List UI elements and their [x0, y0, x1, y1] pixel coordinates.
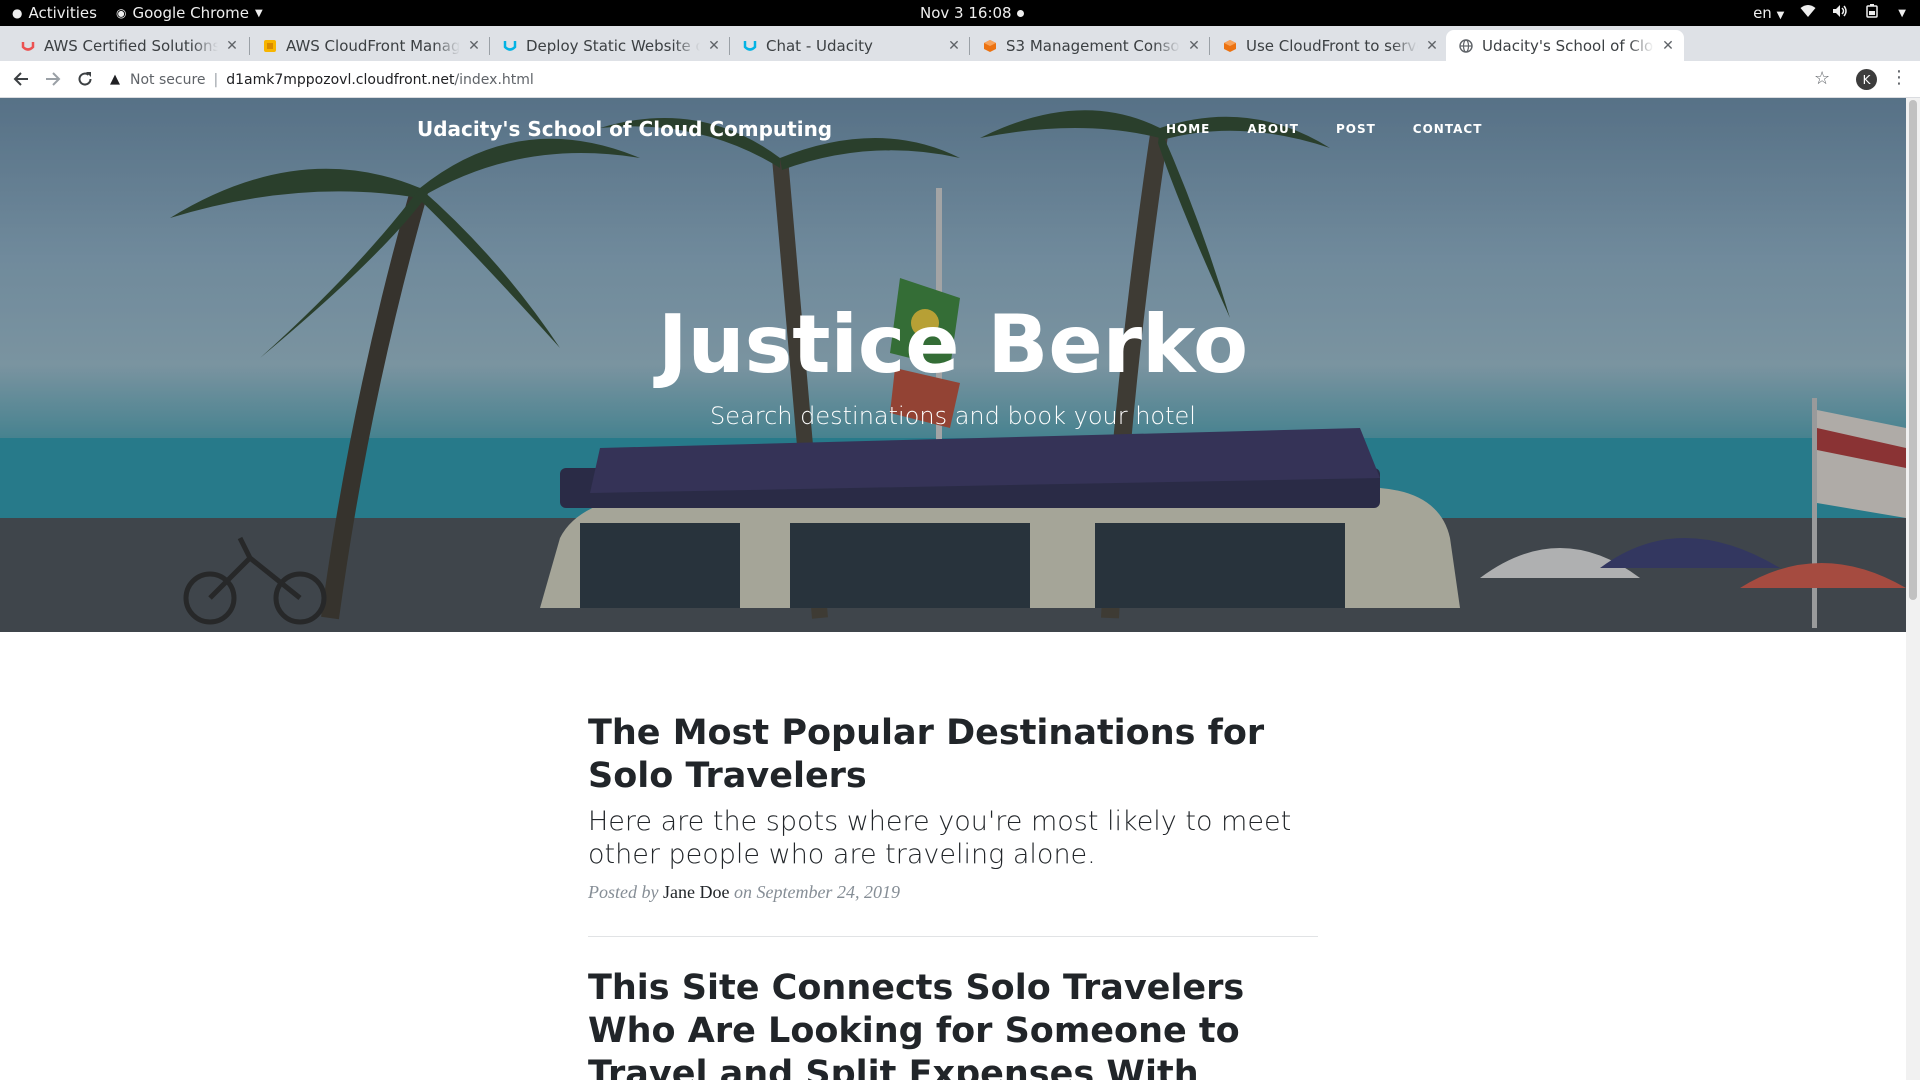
nav-home-link[interactable]: HOME: [1166, 122, 1210, 136]
tab-aws-certified[interactable]: AWS Certified Solutions Ar ✕: [8, 30, 248, 61]
gnome-icon: ●: [12, 6, 23, 20]
system-tray[interactable]: en ▼ ▼: [1753, 4, 1906, 22]
post-preview[interactable]: The Most Popular Destinations for Solo T…: [588, 712, 1318, 903]
close-icon[interactable]: ✕: [946, 38, 962, 54]
chrome-icon: ◉: [116, 6, 127, 20]
nav-post-link[interactable]: POST: [1336, 122, 1376, 136]
page-viewport: Udacity's School of Cloud Computing HOME…: [0, 98, 1906, 1080]
clock[interactable]: Nov 3 16:08: [920, 4, 1024, 22]
date-prefix-label: on: [733, 882, 752, 902]
post-date: September 24, 2019: [756, 882, 900, 902]
tab-strip: AWS Certified Solutions Ar ✕ AWS CloudFr…: [0, 26, 1920, 81]
back-button[interactable]: [9, 67, 33, 91]
udacity-icon: [502, 38, 518, 54]
hero-subtitle: Search destinations and book your hotel: [710, 402, 1196, 430]
arrow-right-icon: [46, 72, 61, 86]
post-title[interactable]: The Most Popular Destinations for Solo T…: [588, 712, 1318, 798]
site-nav: HOME ABOUT POST CONTACT: [1166, 122, 1482, 136]
close-icon[interactable]: ✕: [224, 38, 240, 54]
close-icon[interactable]: ✕: [706, 38, 722, 54]
address-bar[interactable]: ▲ Not secure | d1amk7mppozovl.cloudfront…: [110, 65, 1840, 94]
tab-deploy-static[interactable]: Deploy Static Website on A ✕: [490, 30, 730, 61]
forward-button[interactable]: [41, 67, 65, 91]
aws-box-icon: [262, 38, 278, 54]
url-host: d1amk7mppozovl.cloudfront.net: [226, 71, 455, 88]
post-author-link[interactable]: Jane Doe: [663, 882, 729, 902]
chevron-down-icon: ▼: [1898, 7, 1906, 19]
url-path: /index.html: [454, 71, 534, 88]
close-icon[interactable]: ✕: [1424, 38, 1440, 54]
close-icon[interactable]: ✕: [466, 38, 482, 54]
chevron-down-icon: ▼: [1776, 10, 1785, 21]
chevron-down-icon: ▼: [254, 7, 263, 19]
notification-dot-icon: [1016, 9, 1024, 17]
globe-icon: [1458, 38, 1474, 54]
reload-icon: [78, 72, 92, 86]
tab-cloudfront[interactable]: AWS CloudFront Managem ✕: [250, 30, 490, 61]
activities-label: Activities: [28, 4, 97, 22]
nav-contact-link[interactable]: CONTACT: [1413, 122, 1483, 136]
security-label: Not secure: [130, 71, 206, 88]
activities-button[interactable]: ● Activities: [12, 4, 97, 22]
close-icon[interactable]: ✕: [1660, 38, 1676, 54]
profile-avatar[interactable]: K: [1856, 69, 1877, 90]
volume-icon: [1832, 4, 1848, 22]
tab-udacity-school-active[interactable]: Udacity's School of Cloud C ✕: [1446, 30, 1684, 61]
close-icon[interactable]: ✕: [1186, 38, 1202, 54]
tab-chat-udacity[interactable]: Chat - Udacity ✕: [730, 30, 970, 61]
scrollbar-thumb[interactable]: [1909, 100, 1917, 600]
tab-use-cloudfront[interactable]: Use CloudFront to serve a ✕: [1210, 30, 1448, 61]
bookmark-star-icon[interactable]: ☆: [1814, 68, 1830, 89]
divider: |: [213, 71, 219, 88]
battery-icon: [1864, 4, 1882, 22]
language-indicator[interactable]: en ▼: [1753, 4, 1784, 22]
site-brand-link[interactable]: Udacity's School of Cloud Computing: [417, 117, 832, 141]
udacity-icon: [742, 38, 758, 54]
reload-button[interactable]: [73, 67, 97, 91]
page-scrollbar[interactable]: [1906, 98, 1920, 1080]
hero-header: Udacity's School of Cloud Computing HOME…: [0, 98, 1906, 632]
post-list: The Most Popular Destinations for Solo T…: [588, 712, 1318, 1080]
post-subtitle[interactable]: Here are the spots where you're most lik…: [588, 805, 1318, 871]
post-divider: [588, 936, 1318, 937]
post-preview[interactable]: This Site Connects Solo Travelers Who Ar…: [588, 967, 1318, 1080]
wifi-icon: [1800, 4, 1816, 22]
arrow-left-icon: [13, 72, 28, 86]
clock-label: Nov 3 16:08: [920, 4, 1012, 22]
tab-s3-console[interactable]: S3 Management Console ✕: [970, 30, 1210, 61]
aws-cube-icon: [1222, 38, 1238, 54]
nav-about-link[interactable]: ABOUT: [1247, 122, 1299, 136]
hero-title: Justice Berko: [657, 298, 1249, 391]
post-meta: Posted by Jane Doe on September 24, 2019: [588, 882, 1318, 903]
aws-cube-icon: [982, 38, 998, 54]
app-menu[interactable]: ◉ Google Chrome ▼: [116, 4, 263, 22]
more-menu-icon[interactable]: ⋮: [1890, 67, 1908, 88]
udemy-icon: [20, 38, 36, 54]
browser-toolbar: ▲ Not secure | d1amk7mppozovl.cloudfront…: [0, 61, 1920, 98]
posted-by-label: Posted by: [588, 882, 659, 902]
app-name: Google Chrome: [132, 4, 249, 22]
system-top-bar: ● Activities ◉ Google Chrome ▼ Nov 3 16:…: [0, 0, 1920, 26]
warning-icon[interactable]: ▲: [110, 72, 120, 87]
post-title[interactable]: This Site Connects Solo Travelers Who Ar…: [588, 967, 1318, 1080]
